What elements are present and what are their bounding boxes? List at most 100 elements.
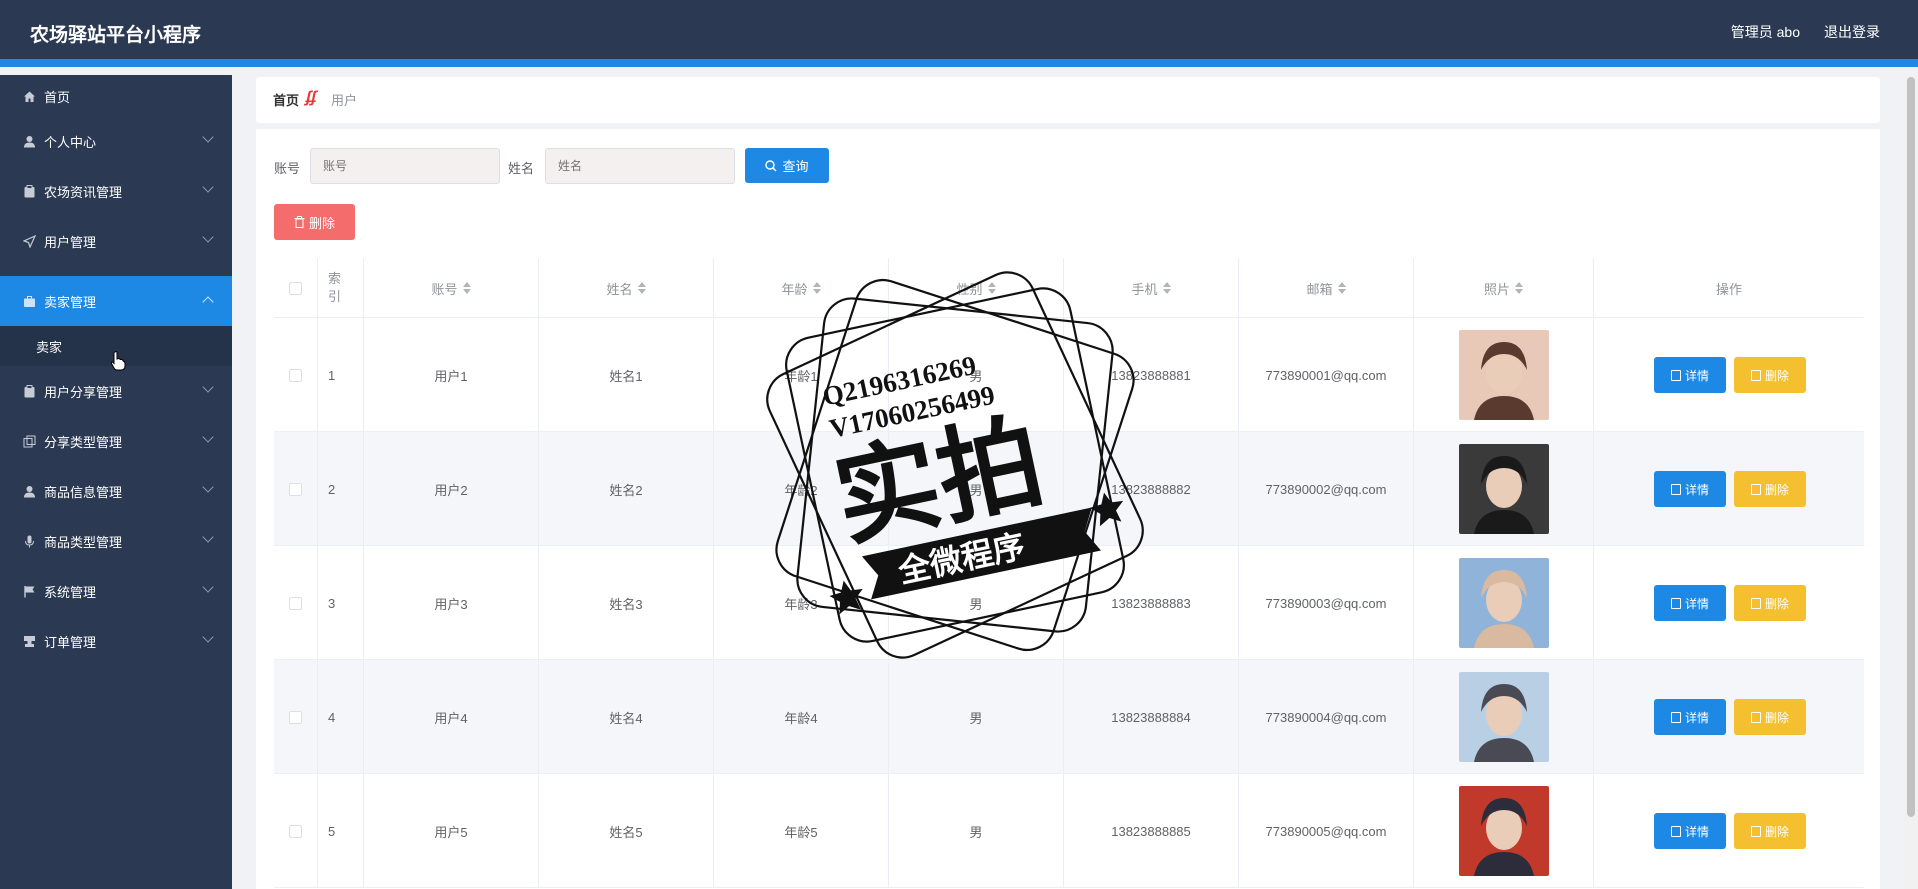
select-all-cell — [274, 258, 318, 318]
col-gender[interactable]: 性别 — [889, 258, 1064, 318]
col-phone-label: 手机 — [1131, 281, 1158, 297]
sort-icon[interactable] — [637, 282, 646, 294]
query-button[interactable]: 查询 — [745, 148, 829, 183]
page-scrollbar[interactable] — [1904, 75, 1918, 889]
col-name[interactable]: 姓名 — [539, 258, 714, 318]
col-phone[interactable]: 手机 — [1064, 258, 1239, 318]
query-button-label: 查询 — [782, 159, 809, 174]
delete-button-label: 删除 — [1764, 710, 1789, 725]
cell-photo — [1414, 318, 1594, 432]
cell-gender: 男 — [889, 774, 1064, 888]
sort-icon[interactable] — [987, 282, 996, 294]
cell-actions: 详情 删除 — [1594, 660, 1864, 774]
col-gender-label: 性别 — [956, 281, 983, 297]
delete-button[interactable]: 删除 — [1734, 585, 1806, 621]
col-photo[interactable]: 照片 — [1414, 258, 1594, 318]
detail-button[interactable]: 详情 — [1654, 699, 1726, 735]
main-content: 账号 姓名 查询 删除 索引 账号 姓名 年龄 性别 手机 邮箱 照片 操作 1… — [256, 129, 1880, 889]
cell-index: 5 — [318, 774, 364, 888]
sidebar-item-label: 首页 — [44, 89, 71, 105]
sidebar-item-farm-news[interactable]: 农场资讯管理 — [0, 166, 232, 216]
trash-icon — [1750, 711, 1761, 723]
cell-phone: 13823888883 — [1064, 546, 1239, 660]
search-icon — [765, 159, 777, 171]
table-row: 3 用户3 姓名3 年龄3 男 13823888883 773890003@qq… — [274, 546, 1864, 660]
cell-name: 姓名1 — [539, 318, 714, 432]
cell-name: 姓名4 — [539, 660, 714, 774]
copy-icon — [22, 434, 36, 448]
sort-icon[interactable] — [1515, 282, 1523, 294]
chevron-down-icon — [202, 231, 214, 243]
sidebar-item-label: 分享类型管理 — [44, 434, 123, 450]
chevron-down-icon — [202, 631, 214, 643]
sort-icon[interactable] — [812, 282, 821, 294]
table-row: 4 用户4 姓名4 年龄4 男 13823888884 773890004@qq… — [274, 660, 1864, 774]
col-actions-label: 操作 — [1715, 281, 1742, 297]
select-all-checkbox[interactable] — [289, 281, 302, 295]
cell-age: 年龄2 — [714, 432, 889, 546]
batch-delete-button[interactable]: 删除 — [274, 204, 355, 240]
row-checkbox[interactable] — [289, 368, 302, 382]
delete-button[interactable]: 删除 — [1734, 471, 1806, 507]
detail-button[interactable]: 详情 — [1654, 471, 1726, 507]
table-row: 1 用户1 姓名1 年龄1 男 13823888881 773890001@qq… — [274, 318, 1864, 432]
sidebar-item-share-type[interactable]: 分享类型管理 — [0, 416, 232, 466]
row-select-cell — [274, 660, 318, 774]
sort-icon[interactable] — [1337, 282, 1346, 294]
admin-name: 管理员 abo — [1730, 24, 1800, 40]
cell-account: 用户1 — [364, 318, 539, 432]
sidebar-item-label: 商品类型管理 — [44, 534, 123, 550]
row-checkbox[interactable] — [289, 482, 302, 496]
scrollbar-thumb[interactable] — [1907, 77, 1915, 817]
name-input[interactable] — [545, 148, 735, 184]
cell-gender: 男 — [889, 546, 1064, 660]
detail-button[interactable]: 详情 — [1654, 813, 1726, 849]
sidebar-item-users[interactable]: 用户管理 — [0, 216, 232, 266]
sidebar-item-label: 用户管理 — [44, 234, 97, 250]
sidebar-item-label: 个人中心 — [44, 134, 97, 150]
col-account[interactable]: 账号 — [364, 258, 539, 318]
row-checkbox[interactable] — [289, 710, 302, 724]
sidebar-item-label: 卖家管理 — [44, 294, 97, 310]
document-icon — [1670, 825, 1681, 837]
account-label: 账号 — [274, 161, 301, 176]
account-input[interactable] — [310, 148, 500, 184]
delete-button[interactable]: 删除 — [1734, 699, 1806, 735]
sidebar-item-user-share[interactable]: 用户分享管理 — [0, 366, 232, 416]
row-checkbox[interactable] — [289, 824, 302, 838]
user-photo — [1458, 558, 1549, 648]
batch-delete-label: 删除 — [308, 215, 335, 231]
detail-button-label: 详情 — [1684, 368, 1709, 383]
col-age[interactable]: 年龄 — [714, 258, 889, 318]
detail-button[interactable]: 详情 — [1654, 585, 1726, 621]
sidebar-item-sellers[interactable]: 卖家管理 — [0, 276, 232, 326]
sort-icon[interactable] — [1162, 282, 1171, 294]
sidebar-item-home[interactable]: 首页 — [0, 75, 232, 117]
cell-gender: 男 — [889, 318, 1064, 432]
col-actions: 操作 — [1594, 258, 1864, 318]
sort-icon[interactable] — [462, 282, 471, 294]
logout-link[interactable]: 退出登录 — [1824, 22, 1880, 42]
sidebar-item-system[interactable]: 系统管理 — [0, 566, 232, 616]
row-checkbox[interactable] — [289, 596, 302, 610]
delete-button[interactable]: 删除 — [1734, 357, 1806, 393]
delete-button[interactable]: 删除 — [1734, 813, 1806, 849]
detail-button[interactable]: 详情 — [1654, 357, 1726, 393]
sidebar-item-label: 农场资讯管理 — [44, 184, 123, 200]
cell-index: 4 — [318, 660, 364, 774]
sidebar-item-personal[interactable]: 个人中心 — [0, 116, 232, 166]
sidebar-item-orders[interactable]: 订单管理 — [0, 616, 232, 666]
clipboard-icon — [22, 384, 36, 398]
sidebar-item-product-type[interactable]: 商品类型管理 — [0, 516, 232, 566]
chevron-down-icon — [202, 581, 214, 593]
col-index: 索引 — [318, 258, 364, 318]
col-email[interactable]: 邮箱 — [1239, 258, 1414, 318]
breadcrumb: 首页 ʄʄ 用户 — [256, 77, 1880, 123]
col-account-label: 账号 — [431, 281, 458, 297]
table-row: 2 用户2 姓名2 年龄2 男 13823888882 773890002@qq… — [274, 432, 1864, 546]
breadcrumb-home[interactable]: 首页 — [273, 90, 299, 109]
sidebar-item-product-info[interactable]: 商品信息管理 — [0, 466, 232, 516]
cell-email: 773890004@qq.com — [1239, 660, 1414, 774]
row-select-cell — [274, 774, 318, 888]
cell-account: 用户3 — [364, 546, 539, 660]
